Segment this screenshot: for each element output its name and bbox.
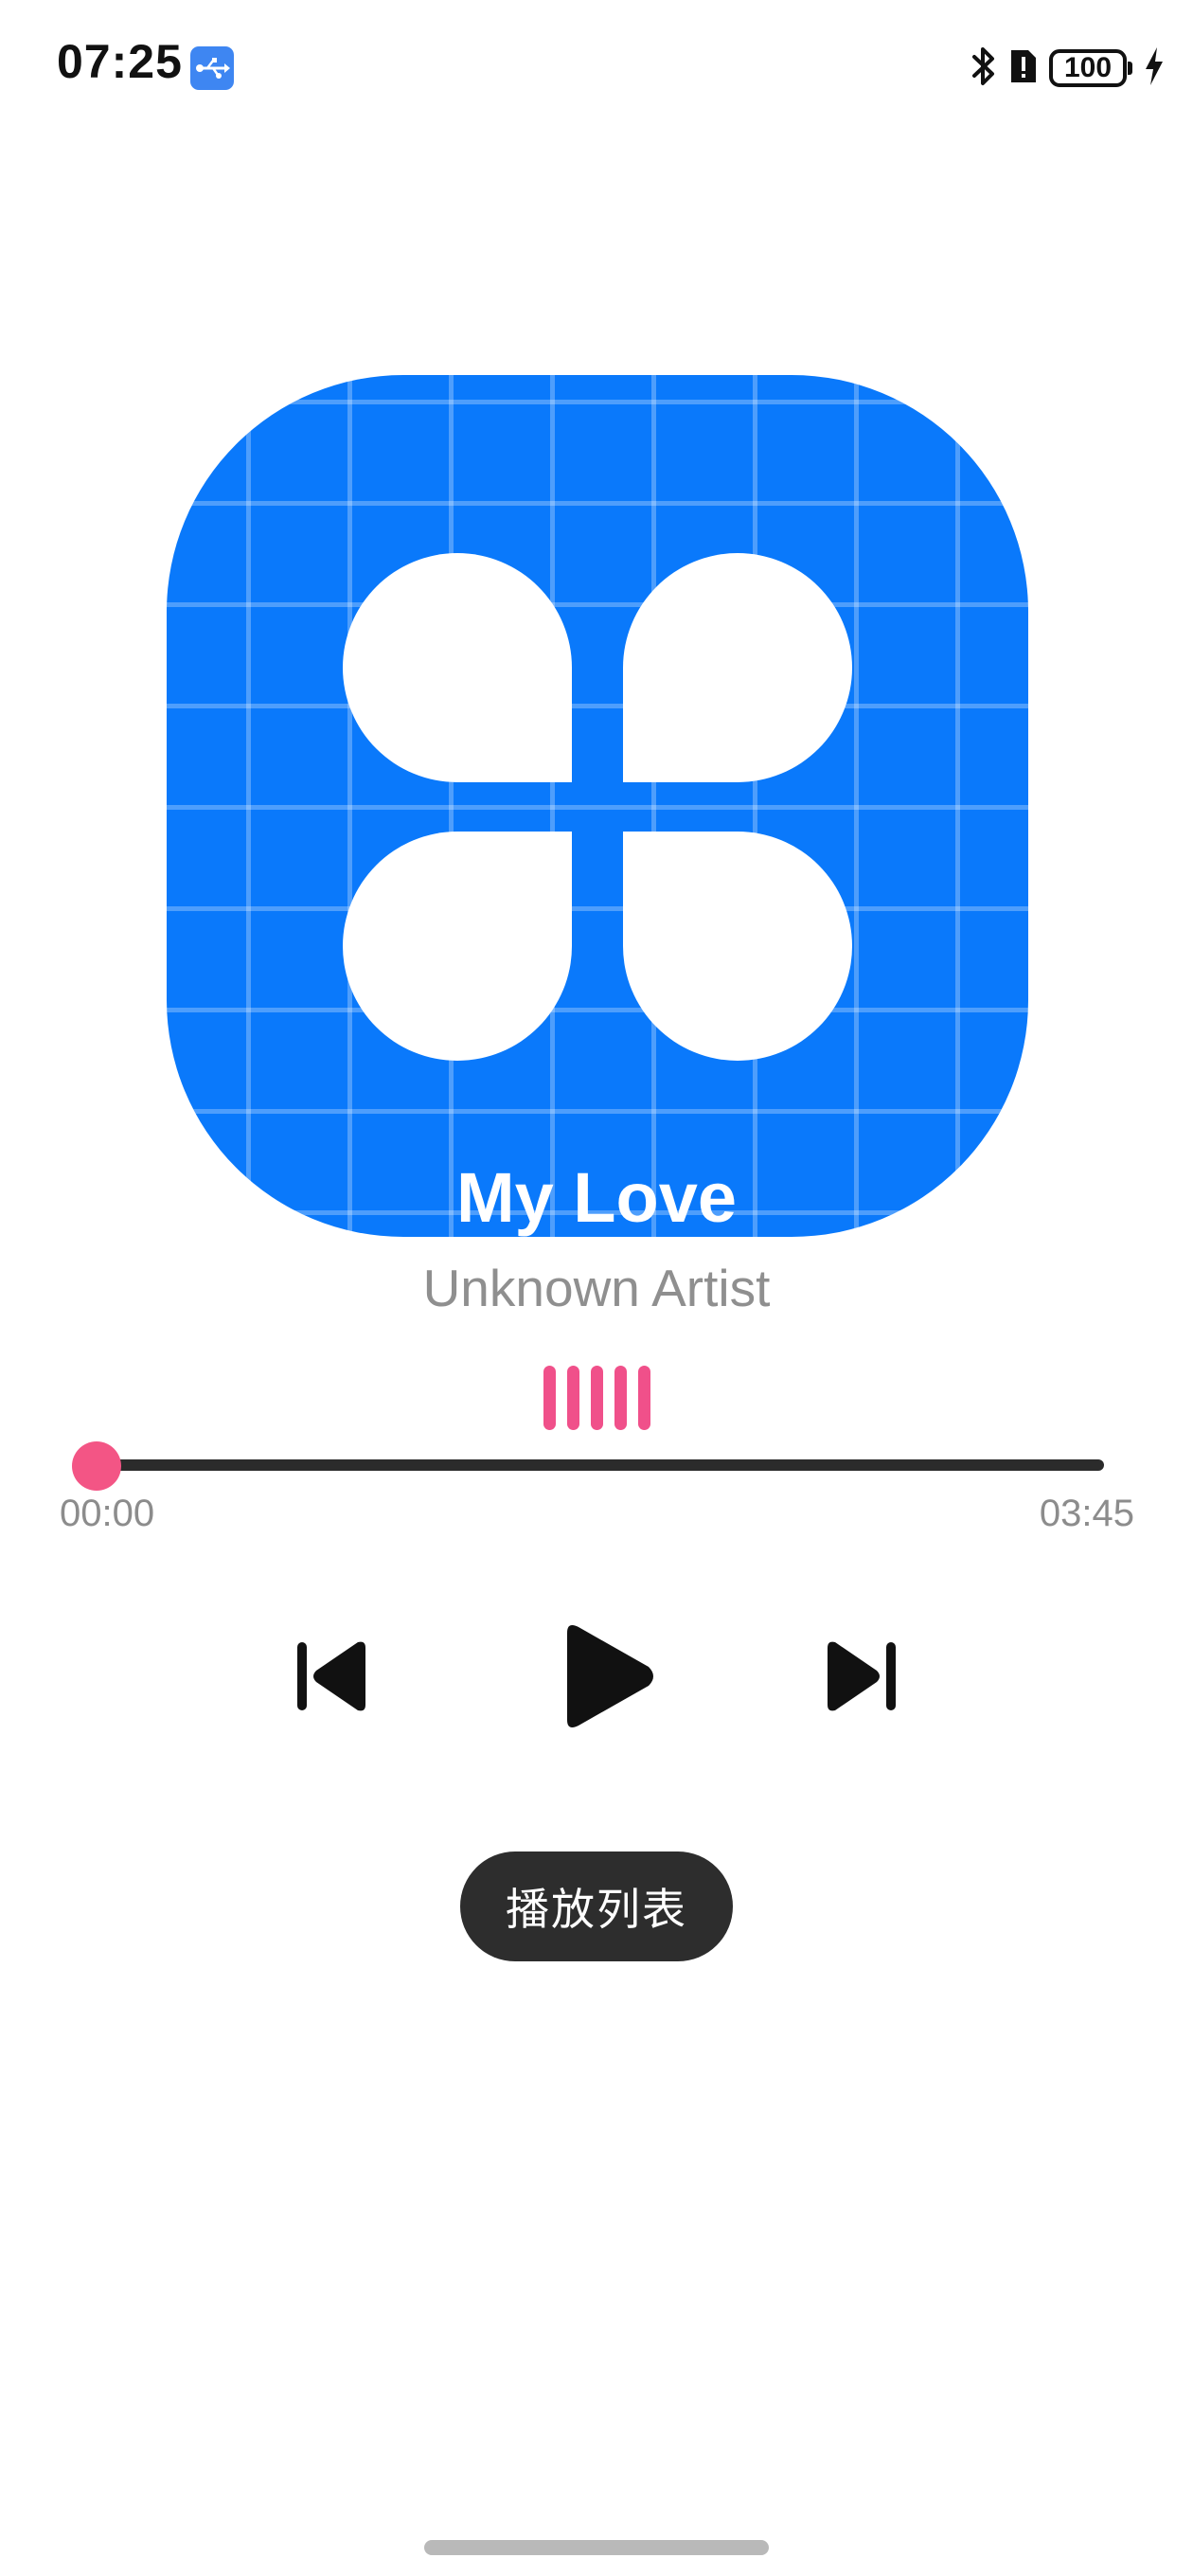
bluetooth-icon xyxy=(971,45,996,92)
clover-app-icon xyxy=(343,553,852,1061)
play-icon xyxy=(567,1625,653,1727)
charging-icon xyxy=(1144,45,1165,92)
home-indicator[interactable] xyxy=(424,2540,769,2555)
progress-thumb[interactable] xyxy=(72,1441,121,1491)
total-time: 03:45 xyxy=(1039,1493,1134,1534)
current-time: 00:00 xyxy=(60,1493,155,1534)
skip-previous-icon xyxy=(297,1641,365,1711)
playlist-button[interactable]: 播放列表 xyxy=(460,1852,733,1961)
next-button[interactable] xyxy=(805,1629,918,1724)
status-icons: 100 xyxy=(971,42,1165,95)
play-button[interactable] xyxy=(540,1610,672,1743)
previous-button[interactable] xyxy=(275,1629,388,1724)
skip-next-icon xyxy=(828,1641,896,1711)
artist-name: Unknown Artist xyxy=(422,1259,771,1317)
album-art xyxy=(167,375,1028,1237)
progress-slider[interactable] xyxy=(85,1459,1104,1471)
equalizer-icon xyxy=(543,1366,653,1430)
status-time: 07:25 xyxy=(57,35,183,88)
sim-alert-icon xyxy=(1007,46,1038,91)
status-bar: 07:25 100 xyxy=(0,0,1193,133)
battery-level: 100 xyxy=(1063,52,1113,83)
battery-icon: 100 xyxy=(1049,49,1132,87)
usb-icon xyxy=(190,46,234,90)
song-title: My Love xyxy=(455,1158,738,1237)
